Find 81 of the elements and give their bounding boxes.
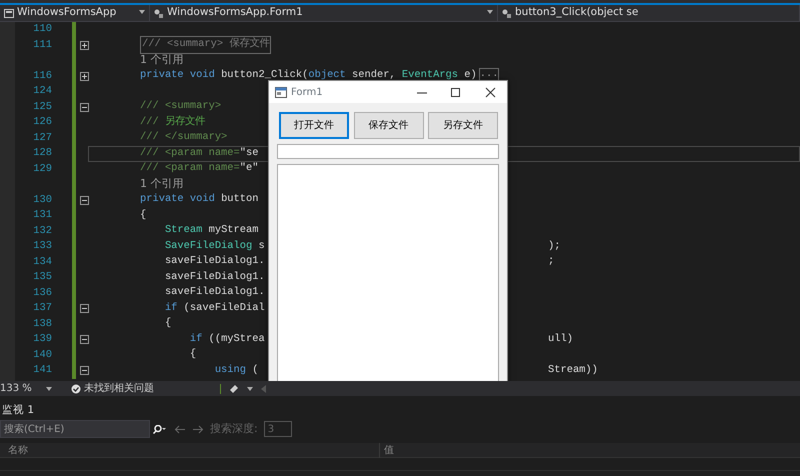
code-line: if ((myStrea	[188, 332, 265, 347]
project-dropdown[interactable]: WindowsFormsApp	[0, 5, 150, 21]
code-line: ull)	[548, 332, 574, 347]
form-button[interactable]: 保存文件	[354, 112, 424, 139]
line-number: 126	[33, 116, 52, 128]
search-icon	[152, 424, 166, 434]
line-number: 116	[33, 70, 52, 82]
panel-title: 监视 1	[2, 402, 34, 418]
line-number: 124	[33, 85, 52, 97]
code-line: /// </summary>	[140, 130, 228, 146]
method-icon	[502, 8, 512, 18]
code-line: ;	[548, 254, 556, 270]
line-number: 138	[33, 318, 52, 330]
line-number: 132	[33, 224, 52, 236]
code-line: if (saveFileDial	[164, 300, 265, 316]
form-button[interactable]: 另存文件	[428, 112, 498, 139]
back-arrow-icon	[174, 424, 186, 434]
expand-icon[interactable]	[80, 40, 88, 50]
line-number: 141	[33, 364, 52, 376]
code-line: SaveFileDialog s	[164, 238, 265, 254]
line-number: 110	[33, 23, 52, 35]
collapse-icon[interactable]	[80, 102, 88, 112]
code-line: {	[140, 208, 146, 223]
member-dropdown[interactable]: button3_Click(object se	[498, 5, 800, 21]
issues-status: 未找到相关问题	[84, 382, 154, 396]
collapse-icon[interactable]	[80, 304, 88, 314]
code-line: private void button2_Click(object sender, EventArgs e)	[140, 68, 477, 84]
line-number: 137	[33, 302, 52, 314]
code-line: /// <param name="se	[140, 146, 258, 161]
line-number: 130	[33, 194, 52, 206]
caret-icon	[246, 386, 253, 390]
line-number: 129	[33, 162, 52, 174]
line-number: 140	[33, 348, 52, 360]
app-icon	[275, 86, 287, 98]
caret-icon	[46, 386, 52, 390]
code-line: {	[164, 316, 172, 332]
check-circle-icon	[71, 384, 81, 394]
form-button[interactable]: 打开文件	[279, 112, 349, 139]
column-header: 值	[383, 444, 394, 458]
depth-label: 搜索深度:	[210, 420, 258, 437]
line-number: 136	[33, 286, 52, 298]
line-number: 127	[33, 132, 52, 144]
caret-icon	[139, 10, 145, 14]
text-area-field[interactable]	[277, 164, 499, 381]
window-title: Form1	[291, 86, 323, 100]
code-line: Stream myStream	[164, 223, 258, 238]
project-icon	[4, 8, 14, 18]
code-line: saveFileDialog1.	[164, 270, 265, 285]
code-line: Stream))	[548, 362, 599, 378]
code-line: /// 另存文件	[140, 114, 205, 130]
line-number: 139	[33, 333, 52, 345]
search-field[interactable]: 搜索(Ctrl+E)	[0, 420, 150, 438]
line-number: 134	[33, 256, 52, 268]
line-number: 133	[33, 240, 52, 252]
collapse-icon[interactable]	[80, 196, 88, 205]
forward-arrow-icon	[192, 424, 204, 434]
code-line: /// <summary>	[140, 99, 222, 114]
code-line: saveFileDialog1.	[164, 285, 265, 300]
caret-icon	[487, 10, 493, 14]
line-number: 131	[33, 209, 52, 221]
zoom-dropdown[interactable]: 133 %	[0, 381, 38, 396]
text-input-field[interactable]	[277, 144, 499, 159]
code-line: private void button	[140, 192, 258, 208]
class-dropdown[interactable]: WindowsFormsApp.Form1	[150, 5, 498, 21]
line-number: 111	[33, 38, 52, 50]
line-number: 128	[33, 147, 52, 159]
collapse-icon[interactable]	[80, 335, 88, 344]
code-line: /// <param name="e"	[140, 161, 258, 176]
collapse-icon[interactable]	[80, 366, 88, 376]
collapsed-comment: /// <summary> 保存文件	[140, 36, 272, 54]
code-line: saveFileDialog1.	[164, 254, 265, 270]
line-number: 135	[33, 271, 52, 283]
code-line: {	[188, 347, 196, 362]
code-line: );	[548, 238, 562, 254]
scroll-left-icon	[260, 384, 266, 392]
reference-count[interactable]: 1 个引用	[140, 176, 184, 194]
line-number: 125	[33, 100, 52, 112]
expand-icon[interactable]	[80, 72, 88, 81]
class-icon	[154, 8, 164, 18]
code-line: using (	[214, 362, 258, 378]
reference-count[interactable]: 1 个引用	[140, 52, 184, 70]
